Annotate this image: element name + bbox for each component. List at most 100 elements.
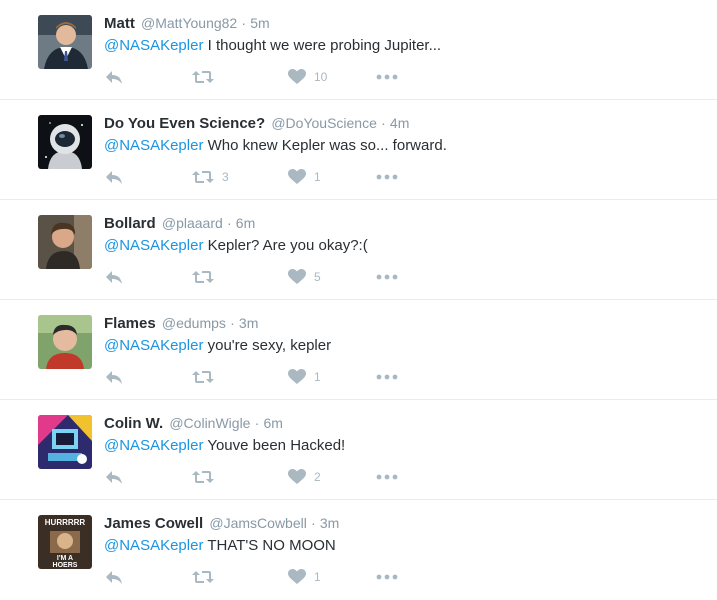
more-options-button[interactable] <box>376 266 398 288</box>
reply-button[interactable] <box>104 466 124 488</box>
display-name[interactable]: James Cowell <box>104 515 203 532</box>
tweet-text: @NASAKepler THAT'S NO MOON <box>104 536 336 556</box>
reply-icon <box>104 68 124 86</box>
retweet-button[interactable]: 3 <box>192 166 229 188</box>
reply-button[interactable] <box>104 366 124 388</box>
tweet-body-text: Kepler? Are you okay?:( <box>203 237 368 254</box>
retweet-icon <box>192 69 214 85</box>
timestamp[interactable]: 5m <box>250 15 269 31</box>
mention-link[interactable]: @NASAKepler <box>104 37 203 54</box>
retweet-button[interactable] <box>192 566 222 588</box>
avatar[interactable] <box>38 15 92 69</box>
more-options-button[interactable] <box>376 566 398 588</box>
avatar[interactable] <box>38 215 92 269</box>
reply-icon <box>104 168 124 186</box>
user-handle[interactable]: @plaaard <box>162 215 223 231</box>
separator: · <box>226 215 232 231</box>
tweet-text: @NASAKepler Kepler? Are you okay?:( <box>104 236 368 256</box>
display-name[interactable]: Bollard <box>104 215 156 232</box>
mention-link[interactable]: @NASAKepler <box>104 537 203 554</box>
display-name[interactable]: Do You Even Science? <box>104 115 265 132</box>
more-options-icon <box>376 174 398 180</box>
tweet-header: Colin W. @ColinWigle · 6m <box>104 413 283 434</box>
user-handle[interactable]: @JamsCowbell <box>209 515 306 531</box>
reply-button[interactable] <box>104 166 124 188</box>
reply-button[interactable] <box>104 66 124 88</box>
user-handle[interactable]: @DoYouScience <box>271 115 377 131</box>
display-name[interactable]: Flames <box>104 315 156 332</box>
tweet-body-text: I thought we were probing Jupiter... <box>203 37 442 54</box>
tweet[interactable]: Colin W. @ColinWigle · 6m @NASAKepler Yo… <box>0 400 717 500</box>
retweet-icon <box>192 469 214 485</box>
tweet[interactable]: Do You Even Science? @DoYouScience · 4m … <box>0 100 717 200</box>
more-options-icon <box>376 474 398 480</box>
more-options-button[interactable] <box>376 366 398 388</box>
timestamp[interactable]: 4m <box>390 115 409 131</box>
retweet-button[interactable] <box>192 66 222 88</box>
reply-icon <box>104 568 124 586</box>
like-button[interactable]: 10 <box>288 66 327 88</box>
tweet-actions: 10 <box>104 66 424 88</box>
tweet-header: Flames @edumps · 3m <box>104 313 258 334</box>
user-handle[interactable]: @ColinWigle <box>169 415 250 431</box>
like-button[interactable]: 1 <box>288 166 321 188</box>
like-button[interactable]: 2 <box>288 466 321 488</box>
avatar[interactable] <box>38 115 92 169</box>
avatar[interactable] <box>38 315 92 369</box>
timestamp[interactable]: 3m <box>239 315 258 331</box>
tweet-text: @NASAKepler you're sexy, kepler <box>104 336 331 356</box>
mention-link[interactable]: @NASAKepler <box>104 337 203 354</box>
user-handle[interactable]: @MattYoung82 <box>141 15 237 31</box>
separator: · <box>381 115 386 131</box>
tweet[interactable]: Bollard @plaaard · 6m @NASAKepler Kepler… <box>0 200 717 300</box>
avatar[interactable] <box>38 415 92 469</box>
avatar-caption-line-1: I'M A <box>57 555 73 562</box>
retweet-button[interactable] <box>192 366 222 388</box>
tweet-feed: Matt @MattYoung82 · 5m @NASAKepler I tho… <box>0 0 717 600</box>
tweet[interactable]: Flames @edumps · 3m @NASAKepler you're s… <box>0 300 717 400</box>
retweet-icon <box>192 569 214 585</box>
retweet-button[interactable] <box>192 266 222 288</box>
timestamp[interactable]: 6m <box>236 215 255 231</box>
reply-icon <box>104 268 124 286</box>
separator: · <box>254 415 260 431</box>
like-button[interactable]: 5 <box>288 266 321 288</box>
user-handle[interactable]: @edumps <box>162 315 226 331</box>
timestamp[interactable]: 6m <box>263 415 282 431</box>
timestamp[interactable]: 3m <box>320 515 339 531</box>
retweet-icon <box>192 369 214 385</box>
retweet-button[interactable] <box>192 466 222 488</box>
like-count: 1 <box>314 370 321 384</box>
tweet[interactable]: HURRRRR I'M A HOERS James Cowell @JamsCo… <box>0 500 717 600</box>
mention-link[interactable]: @NASAKepler <box>104 237 203 254</box>
tweet-header: Bollard @plaaard · 6m <box>104 213 255 234</box>
heart-icon <box>288 169 306 185</box>
separator: · <box>311 515 316 531</box>
like-button[interactable]: 1 <box>288 366 321 388</box>
tweet-text: @NASAKepler I thought we were probing Ju… <box>104 36 441 56</box>
more-options-button[interactable] <box>376 66 398 88</box>
avatar[interactable]: HURRRRR I'M A HOERS <box>38 515 92 569</box>
mention-link[interactable]: @NASAKepler <box>104 437 203 454</box>
heart-icon <box>288 569 306 585</box>
more-options-button[interactable] <box>376 166 398 188</box>
reply-button[interactable] <box>104 266 124 288</box>
like-button[interactable]: 1 <box>288 566 321 588</box>
like-count: 1 <box>314 170 321 184</box>
like-count: 2 <box>314 470 321 484</box>
like-count: 5 <box>314 270 321 284</box>
display-name[interactable]: Matt <box>104 15 135 32</box>
reply-button[interactable] <box>104 566 124 588</box>
mention-link[interactable]: @NASAKepler <box>104 137 203 154</box>
heart-icon <box>288 269 306 285</box>
tweet[interactable]: Matt @MattYoung82 · 5m @NASAKepler I tho… <box>0 0 717 100</box>
retweet-count: 3 <box>222 170 229 184</box>
heart-icon <box>288 69 306 85</box>
tweet-actions: 1 <box>104 566 424 588</box>
tweet-text: @NASAKepler Who knew Kepler was so... fo… <box>104 136 447 156</box>
avatar-caption-top: HURRRRR <box>45 518 86 527</box>
avatar-caption-line-2: HOERS <box>53 562 78 569</box>
display-name[interactable]: Colin W. <box>104 415 163 432</box>
more-options-icon <box>376 574 398 580</box>
more-options-button[interactable] <box>376 466 398 488</box>
